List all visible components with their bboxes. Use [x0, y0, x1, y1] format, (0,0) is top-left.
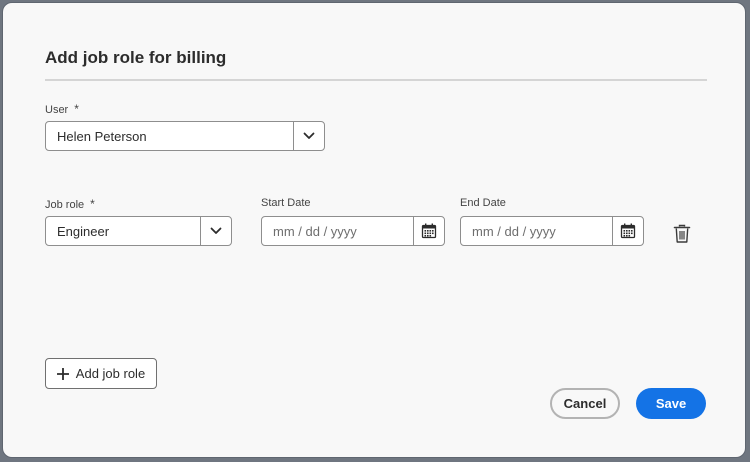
- required-asterisk: *: [74, 102, 79, 116]
- end-date-input[interactable]: mm / dd / yyyy: [461, 217, 612, 245]
- job-role-picker[interactable]: Engineer: [45, 216, 232, 246]
- title-divider: [45, 79, 707, 81]
- user-label: User *: [45, 102, 79, 116]
- add-job-role-dialog: Add job role for billing User * Helen Pet…: [2, 2, 746, 458]
- user-picker-value: Helen Peterson: [57, 128, 147, 144]
- job-role-picker-dropdown-button[interactable]: [200, 217, 231, 245]
- end-date-label: End Date: [460, 197, 506, 209]
- cancel-button[interactable]: Cancel: [550, 388, 620, 419]
- add-job-role-button[interactable]: Add job role: [45, 358, 157, 389]
- job-role-picker-value: Engineer: [57, 223, 110, 239]
- chevron-down-icon: [210, 227, 222, 235]
- start-date-calendar-button[interactable]: [413, 217, 444, 245]
- save-button[interactable]: Save: [636, 388, 706, 419]
- job-role-label-text: Job role: [45, 199, 85, 211]
- calendar-icon: [620, 223, 636, 239]
- user-picker-dropdown-button[interactable]: [293, 122, 324, 150]
- required-asterisk: *: [90, 197, 95, 211]
- user-label-text: User: [45, 104, 69, 116]
- start-date-picker[interactable]: mm / dd / yyyy: [261, 216, 445, 246]
- add-job-role-label: Add job role: [75, 366, 146, 381]
- end-date-picker[interactable]: mm / dd / yyyy: [460, 216, 644, 246]
- calendar-icon: [421, 223, 437, 239]
- job-role-label: Job role *: [45, 197, 95, 211]
- user-picker[interactable]: Helen Peterson: [45, 121, 325, 151]
- plus-icon: [56, 367, 69, 380]
- chevron-down-icon: [303, 132, 315, 140]
- trash-icon[interactable]: [673, 224, 691, 244]
- start-date-label: Start Date: [261, 197, 311, 209]
- start-date-input[interactable]: mm / dd / yyyy: [262, 217, 413, 245]
- dialog-title: Add job role for billing: [45, 48, 227, 67]
- end-date-calendar-button[interactable]: [612, 217, 643, 245]
